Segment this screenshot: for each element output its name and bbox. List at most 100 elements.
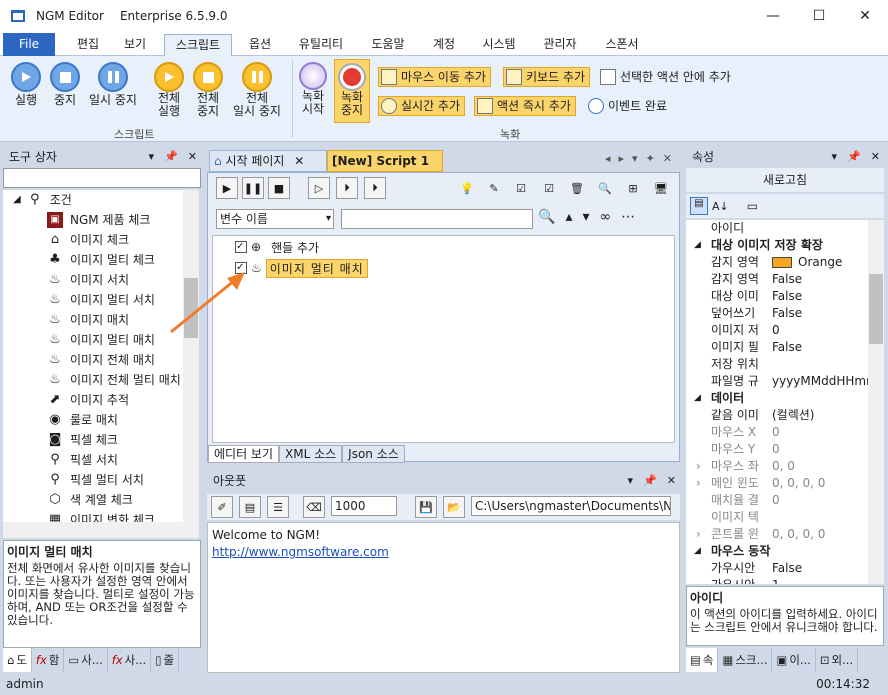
pin-icon[interactable]: 📌	[643, 470, 657, 492]
scroll-thumb[interactable]	[869, 274, 883, 344]
mouse-move-add-button[interactable]: 마우스 이동 추가	[378, 67, 491, 87]
tab-functions[interactable]: fx 함	[32, 648, 65, 672]
more-icon[interactable]: ⋯	[621, 209, 645, 225]
toolbox-scrollbar[interactable]	[183, 190, 199, 522]
tab-toolbox[interactable]: ⌂ 도	[3, 648, 32, 672]
toolbox-item[interactable]: ♣ 이미지 멀티 체크	[47, 250, 155, 270]
property-pages-icon[interactable]: ▭	[747, 199, 758, 213]
count-stepper[interactable]: 1000	[331, 496, 397, 516]
property-row[interactable]: › 메인 윈도 0, 0, 0, 0	[686, 475, 868, 492]
tab-lines[interactable]: ▯ 줄	[151, 648, 180, 672]
monitor-icon[interactable]: 🖥	[650, 177, 672, 199]
property-value[interactable]: 1	[772, 577, 868, 584]
maximize-button[interactable]: ☐	[796, 0, 842, 32]
folder-icon[interactable]: 📂	[443, 496, 465, 518]
property-value[interactable]: False	[772, 339, 868, 356]
close-icon[interactable]: ✕	[667, 470, 676, 492]
properties-scrollbar[interactable]	[868, 220, 884, 584]
keyboard-add-button[interactable]: 키보드 추가	[503, 67, 591, 87]
toolbox-item[interactable]: ♨ 이미지 전체 멀티 매치	[47, 370, 181, 390]
stop-icon[interactable]: ■	[268, 177, 290, 199]
property-row[interactable]: 이미지 저 0	[686, 322, 868, 339]
tab-close-icon[interactable]: ✕	[294, 154, 304, 168]
variable-select[interactable]: 변수 이름 ▾	[216, 209, 334, 229]
menu-system[interactable]: 시스템	[474, 34, 524, 56]
tree-icon[interactable]: ⊞	[622, 177, 644, 199]
collapse-icon[interactable]: ◢	[694, 237, 701, 254]
toolbox-item[interactable]: ♨ 이미지 전체 매치	[47, 350, 155, 370]
property-row[interactable]: › 마우스 좌 0, 0	[686, 458, 868, 475]
eraser-icon[interactable]: ⌫	[303, 496, 325, 518]
property-value[interactable]: 0, 0	[772, 458, 868, 475]
down-icon[interactable]: ▾	[582, 209, 599, 225]
minimize-button[interactable]: —	[750, 0, 796, 32]
record-stop-button[interactable]: 녹화 중지	[334, 59, 370, 123]
tree-category[interactable]: ◢ ⚲ 조건	[13, 190, 72, 210]
toolbox-item[interactable]: ◉ 룰로 매치	[47, 410, 118, 430]
toolbox-item[interactable]: ⚲ 픽셀 멀티 서치	[47, 470, 144, 490]
property-value[interactable]: False	[772, 560, 868, 577]
property-row[interactable]: 이미지 텍	[686, 509, 868, 526]
run-all-button[interactable]: 전체 실행	[150, 62, 188, 118]
check-icon[interactable]: ☑	[510, 177, 532, 199]
expand-icon[interactable]: ›	[696, 526, 701, 543]
tab-api[interactable]: ⊡ 외...	[816, 648, 859, 672]
search-icon[interactable]: 🔍	[594, 177, 616, 199]
property-row[interactable]: 아이디	[686, 220, 868, 237]
toolbox-item[interactable]: ⬈ 이미지 추적	[47, 390, 129, 410]
menu-script[interactable]: 스크립트	[164, 34, 232, 57]
save-icon[interactable]: 💾	[415, 496, 437, 518]
tab-script-1[interactable]: [New] Script 1 ✕	[327, 150, 443, 188]
stop-button[interactable]: 중지	[47, 62, 83, 107]
menu-help[interactable]: 도움말	[362, 34, 414, 56]
collapse-icon[interactable]: ◢	[13, 190, 21, 210]
expand-icon[interactable]: ›	[696, 475, 701, 492]
toolbox-item[interactable]: ▦ 이미지 변화 체크	[47, 510, 155, 522]
tab-start-page[interactable]: ⌂ 시작 페이지 ✕	[209, 150, 327, 172]
property-value[interactable]: 0, 0, 0, 0	[772, 526, 868, 543]
menu-file[interactable]: File	[3, 33, 55, 56]
toolbox-item[interactable]: ⬡ 색 계열 체크	[47, 490, 133, 510]
property-value[interactable]: False	[772, 271, 868, 288]
tab-user-fx[interactable]: fx 사...	[108, 648, 152, 672]
line-checkbox[interactable]: ✓	[235, 241, 247, 253]
website-link[interactable]: http://www.ngmsoftware.com	[212, 544, 675, 561]
close-icon[interactable]: ✕	[188, 146, 197, 168]
toolbox-item[interactable]: ♨ 이미지 멀티 매치	[47, 330, 155, 350]
pin-icon[interactable]: 📌	[164, 146, 178, 168]
play-icon[interactable]: ▶	[216, 177, 238, 199]
property-category[interactable]: ◢ 데이터	[686, 390, 868, 407]
step-icon[interactable]: ▷	[308, 177, 330, 199]
pin-icon[interactable]: 📌	[847, 146, 861, 168]
pause-all-button[interactable]: 전체 일시 중지	[228, 62, 286, 118]
property-row[interactable]: 가우시안 1	[686, 577, 868, 584]
doc-add-icon[interactable]: ▤	[239, 496, 261, 518]
bulb-icon[interactable]: 💡	[456, 177, 478, 199]
in-selected-action-add-button[interactable]: 선택한 액션 안에 추가	[598, 67, 735, 87]
property-value[interactable]: yyyyMMddHHmm	[772, 373, 868, 390]
close-icon[interactable]: ✕	[871, 146, 880, 168]
record-start-button[interactable]: 녹화 시작	[296, 62, 330, 116]
collapse-icon[interactable]: ◢	[694, 390, 701, 407]
menu-view[interactable]: 보기	[115, 34, 155, 56]
search-icon[interactable]: 🔍	[538, 209, 565, 225]
property-row[interactable]: 감지 영역 Orange	[686, 254, 868, 271]
dropdown-icon[interactable]: ▾	[832, 146, 838, 168]
run-from-icon[interactable]: ⏵	[336, 177, 358, 199]
script-area[interactable]: ✓ ⊕ 핸들 추가 ✓ ♨ 이미지 멀티 매치	[170, 235, 675, 443]
property-row[interactable]: 가우시안 False	[686, 560, 868, 577]
tab-xml-source[interactable]: XML 소스	[279, 445, 343, 463]
toolbox-item[interactable]: ♨ 이미지 멀티 서치	[47, 290, 155, 310]
tab-json-source[interactable]: Json 소스	[342, 445, 405, 463]
property-category[interactable]: ◢ 마우스 동작	[686, 543, 868, 560]
run-selected-icon[interactable]: ⏵	[364, 177, 386, 199]
toolbox-item[interactable]: ♨ 이미지 매치	[47, 310, 129, 330]
property-row[interactable]: 마우스 Y 0	[686, 441, 868, 458]
property-value[interactable]: 0, 0, 0, 0	[772, 475, 868, 492]
menu-edit[interactable]: 편집	[68, 34, 108, 56]
property-row[interactable]: › 콘트롤 윈 0, 0, 0, 0	[686, 526, 868, 543]
up-icon[interactable]: ▴	[565, 209, 582, 225]
toolbox-item[interactable]: ⚲ 픽셀 서치	[47, 450, 118, 470]
toolbox-item[interactable]: ⌂ 이미지 체크	[47, 230, 129, 250]
realtime-add-button[interactable]: 실시간 추가	[378, 96, 466, 116]
